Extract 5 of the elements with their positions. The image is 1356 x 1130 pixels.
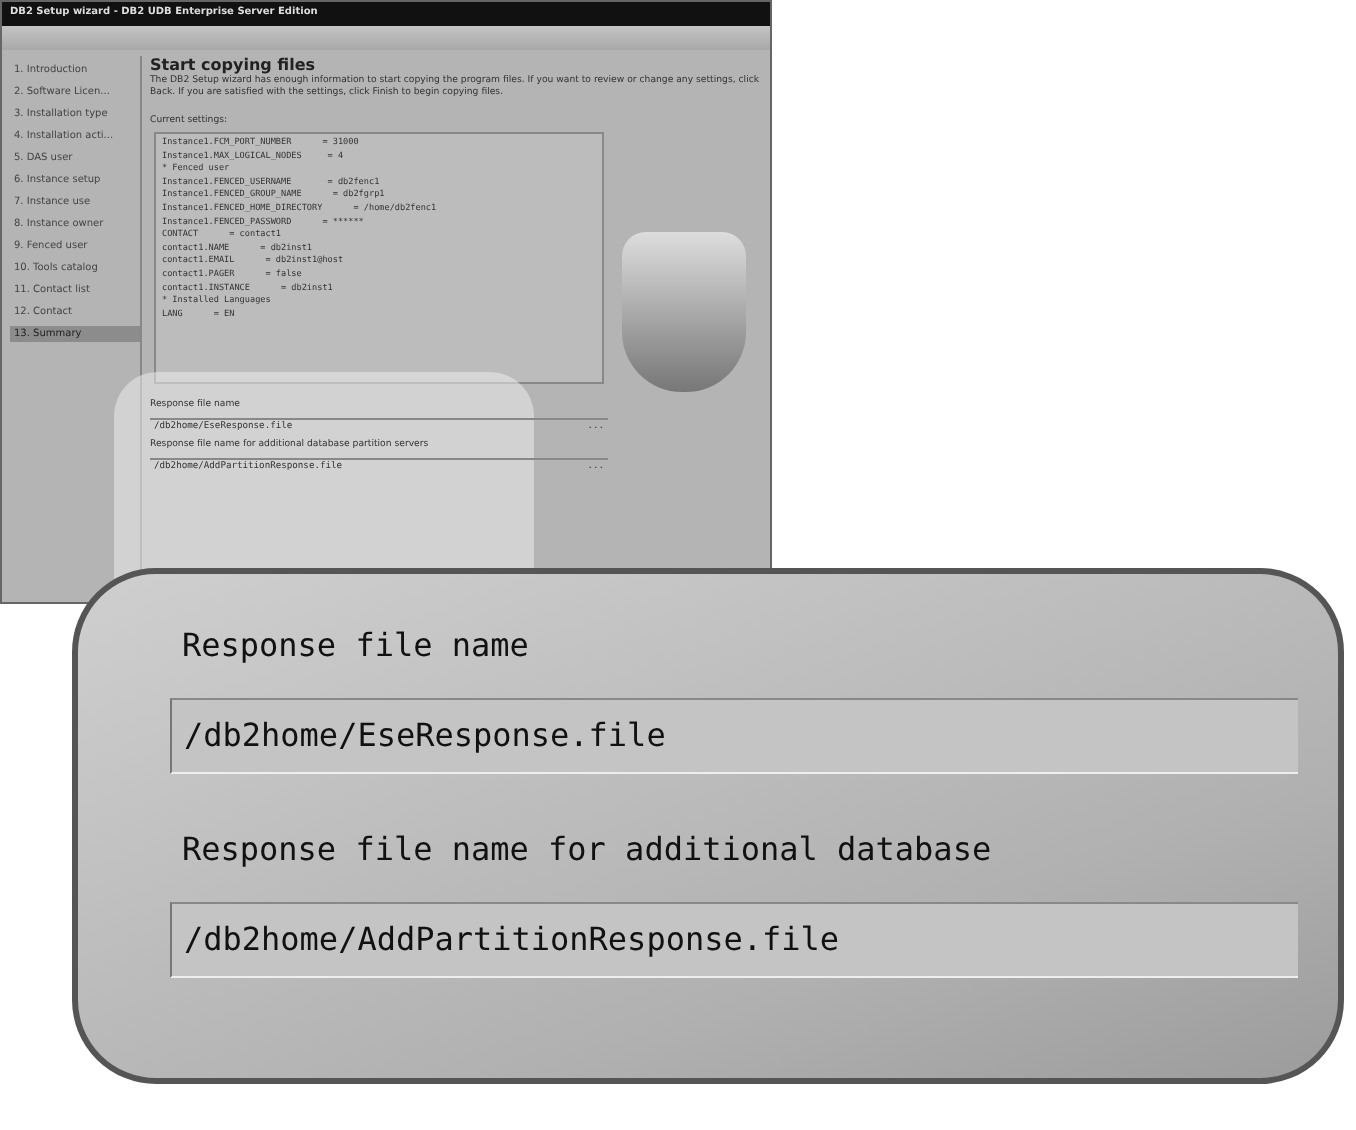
file-name-field[interactable]: /db2home/EseResponse.file — [170, 698, 1298, 774]
file-name-field[interactable]: /db2home/AddPartitionResponse.file — [170, 902, 1298, 978]
page-heading: Start copying files — [150, 56, 318, 75]
field-label: Response file name for additional database — [182, 828, 994, 872]
field-label: Response file name — [182, 624, 531, 668]
